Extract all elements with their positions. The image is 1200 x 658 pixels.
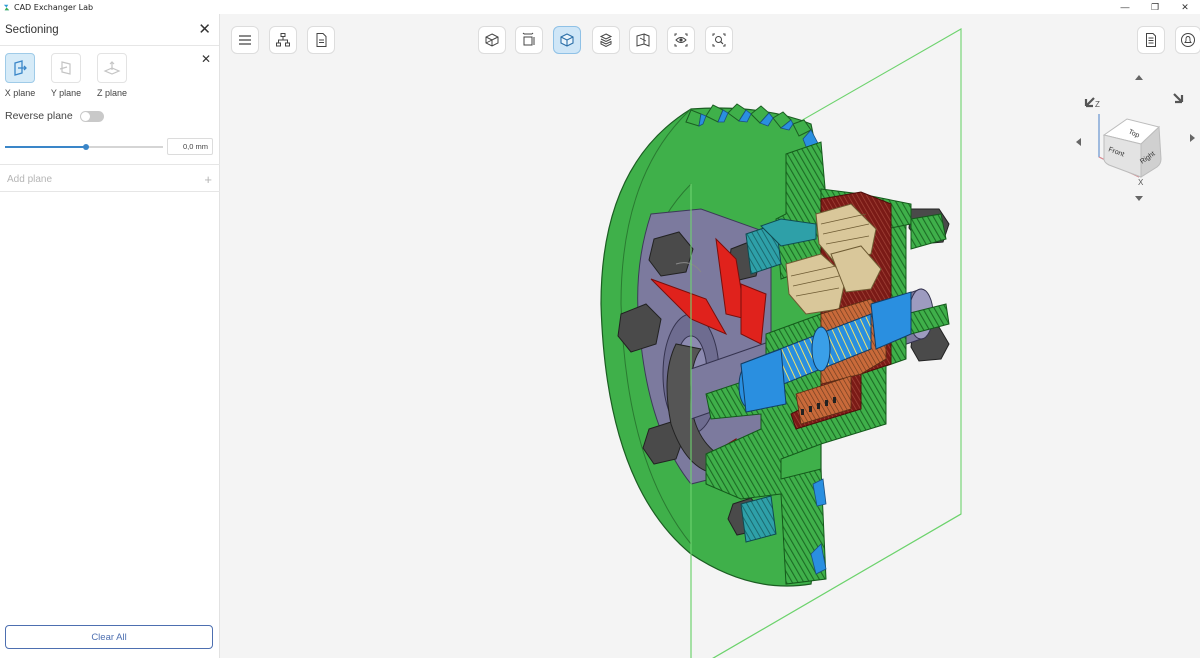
roll-right-icon <box>1173 93 1184 104</box>
toggle-knob <box>80 111 90 121</box>
document-icon <box>1146 33 1156 47</box>
remove-plane-icon[interactable]: ✕ <box>201 52 211 66</box>
offset-value-input[interactable]: 0,0 mm <box>167 138 213 155</box>
app-title: CAD Exchanger Lab <box>14 2 94 12</box>
reverse-plane-label: Reverse plane <box>5 110 73 122</box>
rotate-up-arrow-icon <box>1135 75 1143 80</box>
slider-thumb[interactable] <box>82 144 89 150</box>
divider <box>0 191 220 192</box>
3d-viewport[interactable]: Top Front Right Z X <box>221 14 1200 658</box>
rotate-right-arrow-icon <box>1190 134 1195 142</box>
reverse-plane-row: Reverse plane <box>5 110 104 122</box>
properties-icon <box>316 33 327 47</box>
x-plane-option[interactable]: X plane <box>0 53 42 98</box>
minimize-button[interactable]: — <box>1110 0 1140 14</box>
menu-icon <box>239 35 251 45</box>
add-plane-label: Add plane <box>7 173 53 185</box>
rotate-left-arrow-icon <box>1076 138 1081 146</box>
x-plane-glyph-icon <box>14 60 27 76</box>
notifications-icon <box>1181 33 1195 47</box>
offset-slider-row: 0,0 mm <box>5 136 213 156</box>
axis-z-label: Z <box>1095 100 1100 109</box>
panel-title: Sectioning <box>5 23 59 36</box>
offset-slider[interactable] <box>5 144 163 150</box>
properties-button[interactable] <box>307 26 335 54</box>
divider <box>0 164 220 165</box>
y-plane-icon[interactable] <box>51 53 81 83</box>
panel-close-icon[interactable]: ✕ <box>198 22 211 37</box>
close-window-button[interactable]: ✕ <box>1170 0 1200 14</box>
add-plane-row[interactable]: Add plane + <box>0 166 220 192</box>
clear-all-button[interactable]: Clear All <box>5 625 213 649</box>
panel-header: Sectioning ✕ <box>0 14 219 46</box>
rotate-down-arrow-icon <box>1135 196 1143 201</box>
y-plane-label: Y plane <box>50 88 82 98</box>
structure-tree-icon <box>276 33 290 47</box>
restore-button[interactable]: ❐ <box>1140 0 1170 14</box>
x-plane-icon[interactable] <box>5 53 35 83</box>
reverse-plane-toggle[interactable] <box>79 110 104 122</box>
title-bar: CAD Exchanger Lab — ❐ ✕ <box>0 0 1200 14</box>
view-cube-graphic: Top Front Right <box>1076 75 1195 201</box>
add-plane-plus-icon[interactable]: + <box>204 172 212 187</box>
x-plane-label: X plane <box>4 88 36 98</box>
menu-button[interactable] <box>231 26 259 54</box>
cad-model[interactable] <box>371 14 971 658</box>
document-button[interactable] <box>1137 26 1165 54</box>
z-plane-option[interactable]: Z plane <box>90 53 134 98</box>
navigation-cube[interactable]: Top Front Right Z X <box>1071 72 1200 212</box>
sectioning-panel: Sectioning ✕ X plane Y plane Z plane ✕ R… <box>0 14 220 658</box>
z-plane-label: Z plane <box>96 88 128 98</box>
app-logo-icon <box>3 4 10 10</box>
notifications-button[interactable] <box>1175 26 1200 54</box>
z-plane-glyph-icon <box>103 61 121 75</box>
z-plane-icon[interactable] <box>97 53 127 83</box>
slider-fill <box>5 146 86 148</box>
structure-tree-button[interactable] <box>269 26 297 54</box>
y-plane-option[interactable]: Y plane <box>44 53 88 98</box>
plane-selector: X plane Y plane Z plane ✕ <box>0 46 219 98</box>
y-plane-glyph-icon <box>59 61 71 75</box>
roll-left-icon <box>1084 97 1095 108</box>
axis-x-label: X <box>1138 178 1144 187</box>
